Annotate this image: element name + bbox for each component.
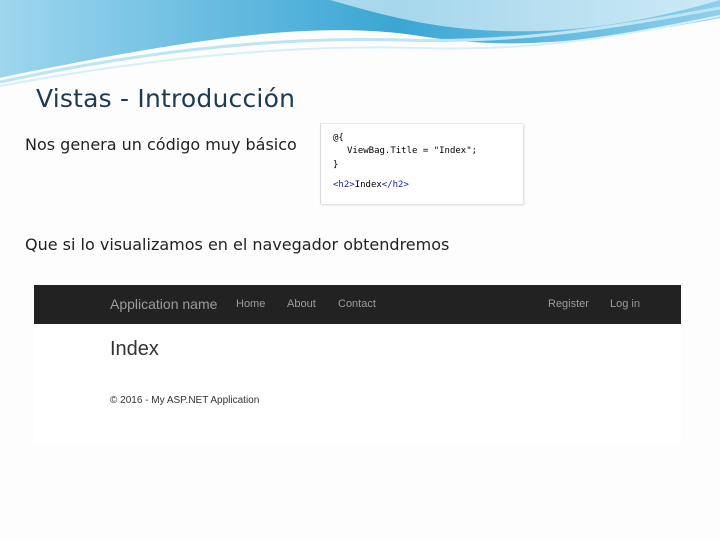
nav-link-login: Log in [610, 298, 640, 310]
code-line: @{ [333, 133, 344, 143]
slide: Vistas - Introducción Nos genera un códi… [0, 0, 720, 540]
body-text-browser: Que si lo visualizamos en el navegador o… [25, 235, 450, 254]
nav-link-about: About [287, 298, 316, 310]
slide-title: Vistas - Introducción [36, 84, 296, 113]
page-heading: Index [110, 338, 159, 360]
nav-link-register: Register [548, 298, 589, 310]
code-tag-content: Index [354, 180, 382, 190]
code-open-tag: <h2> [333, 180, 355, 190]
code-line: <h2>Index</h2> [333, 180, 409, 190]
navbar: Application name Home About Contact Regi… [34, 285, 681, 324]
code-line: } [333, 160, 339, 170]
code-snippet-image: @{ ViewBag.Title = "Index"; } <h2>Index<… [320, 123, 523, 204]
code-close-tag: </h2> [381, 180, 409, 190]
page-footer: © 2016 - My ASP.NET Application [110, 395, 260, 406]
nav-link-contact: Contact [338, 298, 376, 310]
body-text-intro: Nos genera un código muy básico [25, 135, 297, 154]
browser-preview-image: Application name Home About Contact Regi… [34, 285, 681, 443]
code-line: ViewBag.Title = "Index"; [347, 146, 478, 156]
header-wave-decoration [0, 0, 720, 87]
navbar-brand: Application name [110, 296, 218, 312]
nav-link-home: Home [236, 298, 266, 310]
